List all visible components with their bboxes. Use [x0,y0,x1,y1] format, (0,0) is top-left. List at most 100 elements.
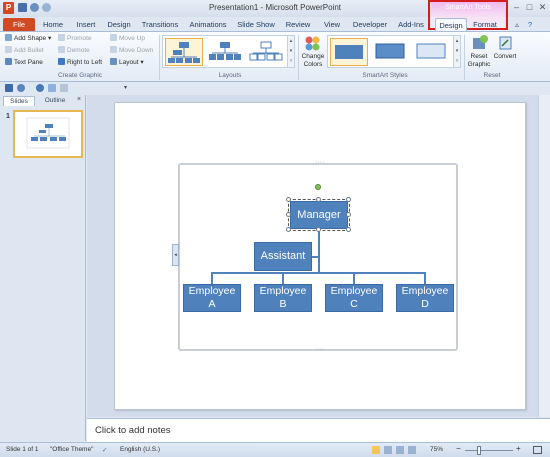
minimize-icon[interactable]: – [511,2,522,13]
tab-smartart-format[interactable]: Format [469,18,501,31]
add-shape-icon [5,34,12,41]
add-shape-button[interactable]: Add Shape ▾ [5,34,51,43]
convert-icon [499,36,512,50]
notes-pane[interactable]: Click to add notes [87,418,550,442]
text-pane-button[interactable]: Text Pane [5,58,43,67]
tab-developer[interactable]: Developer [350,18,390,31]
restore-icon[interactable]: □ [524,2,535,13]
status-bar: Slide 1 of 1 "Office Theme" ✓ English (U… [0,442,550,457]
resize-handle[interactable] [316,197,321,202]
slide-thumbnail-preview [26,117,70,149]
tab-slide-show[interactable]: Slide Show [234,18,278,31]
tab-design[interactable]: Design [104,18,134,31]
slide-count: Slide 1 of 1 [6,446,39,453]
tab-animations[interactable]: Animations [186,18,230,31]
move-down-icon [110,46,117,53]
smartart-node-employee-b[interactable]: Employee B [254,284,312,312]
tab-home[interactable]: Home [38,18,68,31]
help-icon[interactable]: ? [525,18,535,31]
layout-thumbnail[interactable] [207,38,245,66]
text-pane-toggle-icon[interactable]: ◂ [172,244,179,266]
tab-file[interactable]: File [3,18,35,31]
fit-to-window-icon[interactable] [533,446,542,454]
smartart-node-manager[interactable]: Manager [288,199,350,231]
resize-handle[interactable] [286,197,291,202]
resize-handle[interactable] [346,212,351,217]
add-bullet-button[interactable]: Add Bullet [5,46,44,55]
layouts-gallery-scroll[interactable]: ▴ ▾ ▿ [287,36,294,67]
separator [159,35,160,80]
reset-graphic-button[interactable]: Reset Graphic [466,34,492,70]
tab-smartart-design[interactable]: Design [435,18,467,31]
slide-sorter-icon[interactable] [384,446,392,454]
tab-view[interactable]: View [318,18,346,31]
print-icon[interactable] [60,84,68,92]
move-down-button[interactable]: Move Down [110,46,153,55]
customize-qat-icon[interactable]: ▾ [124,84,130,92]
tab-insert[interactable]: Insert [71,18,101,31]
resize-handle[interactable] [286,227,291,232]
layout-thumbnail[interactable] [165,38,203,66]
tab-slides[interactable]: Slides [3,96,35,106]
tab-add-ins[interactable]: Add-Ins [394,18,428,31]
slide-thumbnail[interactable] [13,110,83,158]
frame-top-handle[interactable]: ···· [315,159,324,166]
change-colors-label: Change Colors [301,53,325,68]
tab-transitions[interactable]: Transitions [138,18,182,31]
normal-view-icon[interactable] [372,446,380,454]
refresh-icon[interactable] [36,84,44,92]
zoom-out-button[interactable]: − [456,444,461,453]
move-up-button[interactable]: Move Up [110,34,145,43]
tab-review[interactable]: Review [282,18,314,31]
frame-bottom-handle[interactable]: ···· [315,346,324,353]
ribbon-minimize-icon[interactable]: ▵ [512,18,522,31]
undo-icon[interactable] [17,84,25,92]
style-thumbnail[interactable] [372,38,410,66]
spell-check-icon[interactable]: ✓ [102,446,107,454]
resize-handle[interactable] [286,212,291,217]
smartart-node-assistant[interactable]: Assistant [254,242,312,271]
rotation-handle[interactable] [315,184,321,190]
save-icon[interactable] [5,84,13,92]
convert-button[interactable]: Convert [492,34,518,70]
smartart-node-employee-c[interactable]: Employee C [325,284,383,312]
connector-line [282,272,284,284]
slide-number: 1 [6,113,10,120]
layout-icon [110,58,117,65]
reset-graphic-icon [473,35,488,49]
demote-button[interactable]: Demote [58,46,90,55]
slide-show-icon[interactable] [408,446,416,454]
layout-thumbnail[interactable] [248,38,286,66]
style-thumbnail[interactable] [330,38,368,66]
language[interactable]: English (U.S.) [120,446,160,453]
promote-button[interactable]: Promote [58,34,92,43]
smartart-node-employee-a[interactable]: Employee A [183,284,241,312]
resize-handle[interactable] [346,197,351,202]
layout-button[interactable]: Layout ▾ [110,58,144,67]
style-thumbnail[interactable] [413,38,451,66]
styles-gallery-scroll[interactable]: ▴ ▾ ▿ [453,36,460,67]
close-icon[interactable]: ✕ [537,2,548,13]
right-to-left-button[interactable]: Right to Left [58,58,102,67]
theme-name[interactable]: "Office Theme" [50,446,93,453]
vertical-scrollbar[interactable] [538,95,550,417]
resize-handle[interactable] [346,227,351,232]
half-circle-org-chart-icon [249,41,283,61]
change-colors-button[interactable]: Change Colors [300,34,326,70]
connector-line [312,256,318,258]
zoom-slider-knob[interactable] [477,446,481,455]
tab-outline[interactable]: Outline [38,96,72,106]
new-icon[interactable] [48,84,56,92]
close-pane-icon[interactable]: × [77,96,81,103]
name-title-org-chart-icon [209,42,241,60]
right-to-left-icon [58,58,65,65]
convert-label: Convert [493,53,517,60]
resize-handle[interactable] [316,227,321,232]
promote-icon [58,34,65,41]
reading-view-icon[interactable] [396,446,404,454]
smartart-node-employee-d[interactable]: Employee D [396,284,454,312]
zoom-level[interactable]: 75% [430,446,443,453]
zoom-in-button[interactable]: + [516,444,521,453]
zoom-slider[interactable] [465,450,513,451]
separator [298,35,299,80]
